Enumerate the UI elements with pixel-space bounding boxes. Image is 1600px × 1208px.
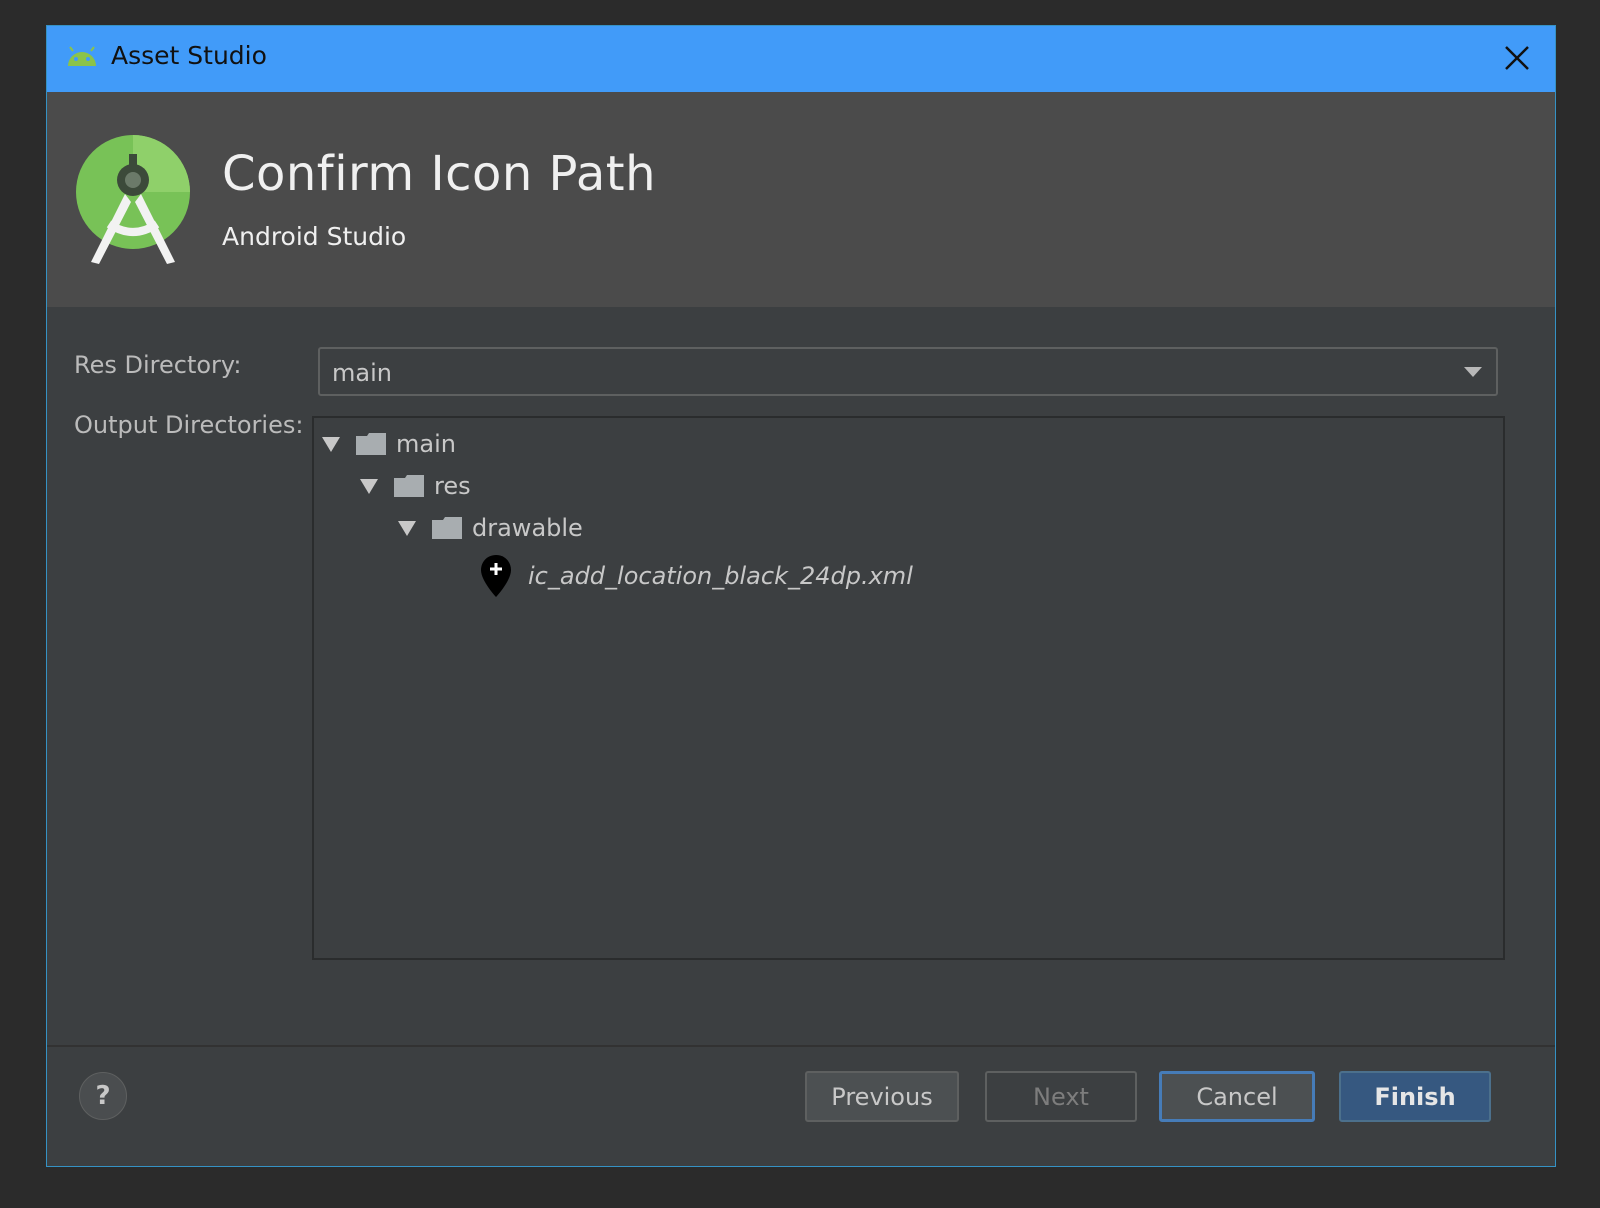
tree-item-res[interactable]: res — [360, 468, 471, 504]
expand-arrow-icon[interactable] — [322, 436, 340, 452]
folder-icon — [432, 517, 462, 539]
title-bar[interactable]: Asset Studio — [47, 26, 1555, 92]
page-subtitle: Android Studio — [222, 222, 407, 251]
close-button[interactable] — [1497, 38, 1537, 78]
add-location-icon — [481, 555, 511, 597]
finish-button[interactable]: Finish — [1339, 1071, 1491, 1122]
previous-button[interactable]: Previous — [805, 1071, 959, 1122]
asset-studio-dialog: Asset Studio Confirm Icon Path Android S… — [46, 25, 1556, 1167]
output-directories-label: Output Directories: — [74, 411, 304, 439]
res-directory-dropdown[interactable]: main — [318, 347, 1498, 396]
res-directory-label: Res Directory: — [74, 351, 242, 379]
output-directories-tree[interactable]: main res drawable ic_add_location_black_… — [312, 416, 1505, 960]
tree-item-label: res — [434, 472, 471, 500]
chevron-down-icon — [1464, 367, 1482, 377]
android-studio-logo — [76, 135, 190, 264]
cancel-button[interactable]: Cancel — [1159, 1071, 1315, 1122]
wizard-header: Confirm Icon Path Android Studio — [47, 92, 1555, 307]
tree-item-main[interactable]: main — [322, 426, 456, 462]
folder-icon — [356, 433, 386, 455]
close-icon — [1505, 46, 1529, 70]
android-icon — [68, 46, 96, 66]
footer-divider — [47, 1045, 1555, 1047]
window-title: Asset Studio — [111, 41, 267, 70]
expand-arrow-icon[interactable] — [360, 478, 378, 494]
res-directory-value: main — [332, 359, 392, 387]
tree-item-drawable[interactable]: drawable — [398, 510, 583, 546]
tree-item-label: drawable — [472, 514, 583, 542]
expand-arrow-icon[interactable] — [398, 520, 416, 536]
tree-item-label: main — [396, 430, 456, 458]
help-button[interactable]: ? — [79, 1072, 127, 1120]
next-button[interactable]: Next — [985, 1071, 1137, 1122]
tree-item-file[interactable]: ic_add_location_black_24dp.xml — [480, 554, 913, 598]
tree-item-label: ic_add_location_black_24dp.xml — [528, 562, 913, 590]
folder-icon — [394, 475, 424, 497]
page-title: Confirm Icon Path — [222, 146, 656, 202]
